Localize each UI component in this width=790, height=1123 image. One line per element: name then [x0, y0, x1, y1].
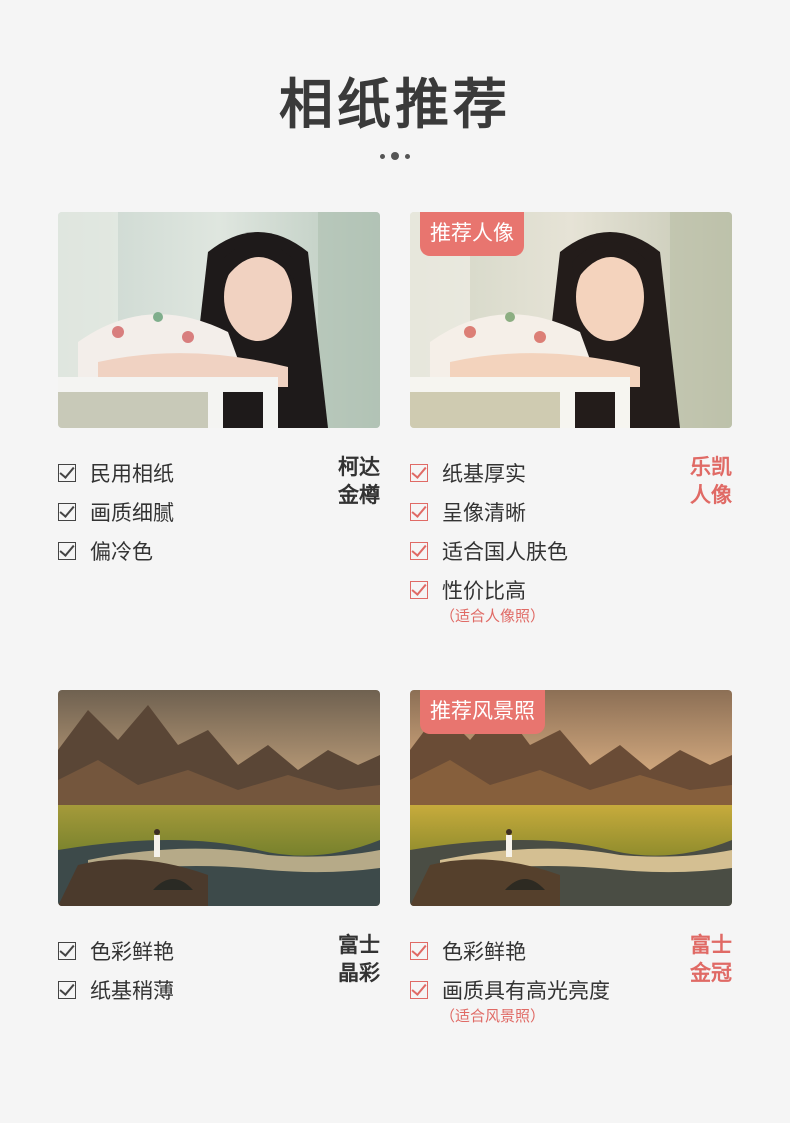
dot-indicator: [380, 153, 385, 159]
feature-item: 画质具有高光亮度: [410, 970, 610, 1009]
portrait-photo: 推荐人像: [410, 212, 732, 428]
paper-card-lucky: 推荐人像 纸基厚实 呈像清晰 适合国人肤色 性价比高 （适合人像照） 乐凯 人像: [410, 212, 732, 625]
portrait-photo: [58, 212, 380, 428]
page-title: 相纸推荐: [279, 73, 511, 136]
checkbox-icon: [410, 941, 428, 960]
brand-name: 柯达 金樽: [338, 455, 380, 507]
feature-list: 民用相纸 画质细腻 偏冷色: [58, 453, 174, 570]
feature-list: 色彩鲜艳 纸基稍薄: [58, 931, 174, 1009]
paper-card-fuji-jinguan: 推荐风景照 色彩鲜艳 画质具有高光亮度 （适合风景照） 富士 金冠: [410, 690, 732, 1025]
feature-item: 纸基厚实: [410, 453, 568, 492]
brand-name: 乐凯 人像: [690, 455, 732, 507]
checkbox-icon: [58, 541, 76, 560]
feature-item: 画质细腻: [58, 492, 174, 531]
landscape-photo: 推荐风景照: [410, 690, 732, 906]
checkbox-icon: [410, 502, 428, 521]
feature-item: 呈像清晰: [410, 492, 568, 531]
paper-card-fuji-jingcai: 色彩鲜艳 纸基稍薄 富士 晶彩: [58, 690, 380, 1003]
feature-item: 色彩鲜艳: [58, 931, 174, 970]
carousel-dots: [0, 152, 790, 160]
feature-item: 色彩鲜艳: [410, 931, 610, 970]
checkbox-icon: [410, 980, 428, 999]
feature-list: 纸基厚实 呈像清晰 适合国人肤色 性价比高 （适合人像照）: [410, 453, 568, 626]
feature-item: 纸基稍薄: [58, 970, 174, 1009]
feature-item: 性价比高: [410, 570, 568, 609]
recommend-badge: 推荐人像: [420, 212, 524, 256]
dot-indicator-active: [391, 152, 399, 160]
checkbox-icon: [410, 541, 428, 560]
recommend-badge: 推荐风景照: [420, 690, 545, 734]
checkbox-icon: [410, 580, 428, 599]
feature-item: 适合国人肤色: [410, 531, 568, 570]
checkbox-icon: [410, 463, 428, 482]
brand-name: 富士 晶彩: [338, 933, 380, 985]
paper-card-kodak: 民用相纸 画质细腻 偏冷色 柯达 金樽: [58, 212, 380, 564]
feature-list: 色彩鲜艳 画质具有高光亮度 （适合风景照）: [410, 931, 610, 1026]
checkbox-icon: [58, 463, 76, 482]
brand-name: 富士 金冠: [690, 933, 732, 985]
checkbox-icon: [58, 980, 76, 999]
landscape-photo: [58, 690, 380, 906]
feature-note: （适合风景照）: [440, 1007, 546, 1025]
checkbox-icon: [58, 502, 76, 521]
checkbox-icon: [58, 941, 76, 960]
feature-item: 偏冷色: [58, 531, 174, 570]
feature-item: 民用相纸: [58, 453, 174, 492]
feature-note: （适合人像照）: [440, 607, 546, 625]
dot-indicator: [405, 153, 410, 159]
